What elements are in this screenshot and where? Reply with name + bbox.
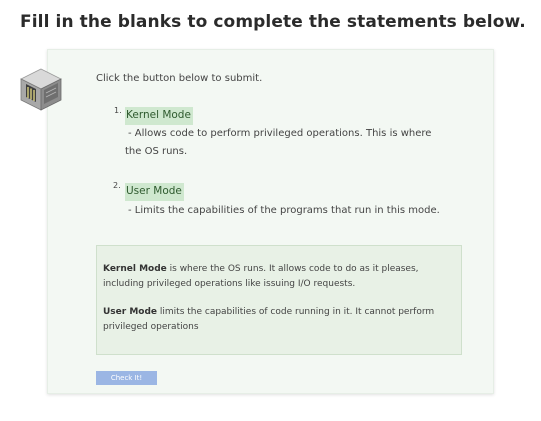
page-title: Fill in the blanks to complete the state… (20, 12, 526, 32)
statement-description: - Limits the capabilities of the program… (128, 205, 440, 216)
kernel-mode-text: is where the OS runs. It allows code to … (166, 264, 419, 274)
user-mode-explanation: User Mode limits the capabilities of cod… (103, 305, 455, 335)
explanation-box: Kernel Mode is where the OS runs. It all… (96, 245, 462, 355)
blank-input-2[interactable]: User Mode (125, 183, 184, 201)
user-mode-text: limits the capabilities of code running … (157, 307, 435, 317)
statement-description: - Allows code to perform privileged oper… (128, 128, 432, 139)
instruction-text: Click the button below to submit. (96, 73, 263, 84)
statement-description-continued: the OS runs. (125, 146, 188, 157)
user-mode-term: User Mode (103, 307, 158, 317)
server-rack-cube-icon (20, 68, 62, 111)
check-it-button[interactable]: Check It! (96, 371, 157, 385)
user-mode-text-continued: privileged operations (103, 322, 199, 332)
kernel-mode-explanation: Kernel Mode is where the OS runs. It all… (103, 262, 455, 292)
statement-number: 1. (114, 106, 122, 115)
blank-input-1[interactable]: Kernel Mode (125, 107, 193, 125)
kernel-mode-term: Kernel Mode (103, 264, 167, 274)
statement-number: 2. (113, 181, 121, 190)
kernel-mode-text-continued: including privileged operations like iss… (103, 279, 356, 289)
